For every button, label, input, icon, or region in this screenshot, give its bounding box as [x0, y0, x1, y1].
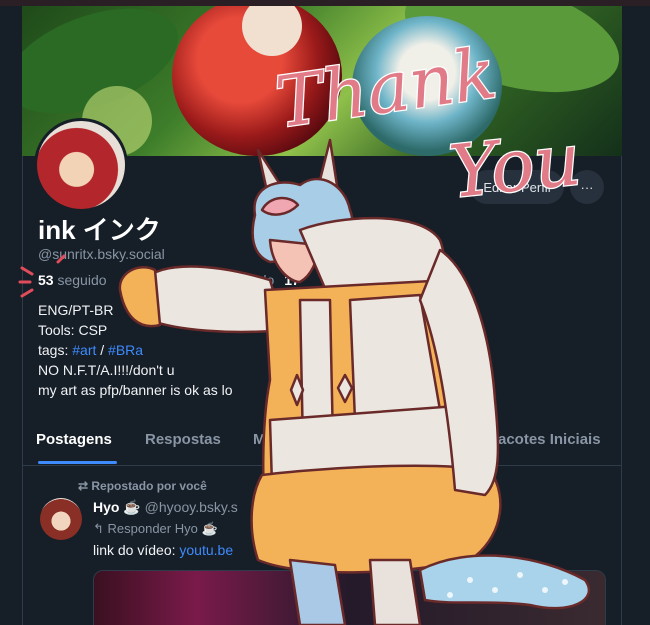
bio-line: tags: #art / #BRa: [38, 340, 233, 360]
post-author-handle[interactable]: @hyooy.bsky.s: [145, 499, 238, 515]
post-author-avatar[interactable]: [40, 498, 82, 540]
profile-bio: ENG/PT-BR Tools: CSP tags: #art / #BRa N…: [38, 300, 233, 400]
post-link[interactable]: youtu.be: [179, 542, 233, 558]
post-author[interactable]: Hyo ☕ @hyooy.bsky.s: [93, 499, 238, 516]
tab-replies[interactable]: Respostas: [145, 431, 221, 448]
bio-line: ENG/PT-BR: [38, 302, 114, 318]
posts-count: 17: [284, 272, 300, 288]
repost-label: Repostado por você: [91, 479, 207, 493]
profile-display-name: ink インク: [38, 215, 161, 245]
coffee-icon: ☕: [123, 499, 141, 515]
bio-line: Tools: CSP: [38, 322, 108, 338]
profile-tabs: Postagens Respostas M acotes Iniciais: [23, 420, 621, 466]
reply-indicator[interactable]: ↰ Responder Hyo ☕: [93, 521, 218, 537]
tab-posts[interactable]: Postagens: [36, 431, 112, 448]
followers-count[interactable]: 53: [38, 272, 54, 288]
following-label[interactable]: guindo: [232, 272, 274, 288]
bio-tags-label: tags:: [38, 342, 73, 358]
bio-line: my art as pfp/banner is ok as lo: [38, 382, 233, 398]
more-options-button[interactable]: ···: [570, 170, 604, 204]
profile-avatar[interactable]: [34, 118, 128, 212]
coffee-icon: ☕: [201, 521, 218, 536]
tab-starter-packs[interactable]: acotes Iniciais: [498, 431, 601, 448]
tag-link-art[interactable]: #art: [72, 342, 96, 358]
reply-label: Responder Hyo: [107, 521, 198, 536]
tab-media[interactable]: M: [253, 431, 266, 448]
profile-stats: 53 seguido guindo 17: [38, 272, 300, 288]
profile-handle[interactable]: @sunritx.bsky.social: [38, 246, 165, 262]
post-text-body: link do vídeo:: [93, 542, 180, 558]
active-tab-indicator: [38, 461, 117, 464]
post-author-name[interactable]: Hyo: [93, 499, 119, 515]
ellipsis-icon: ···: [580, 179, 594, 195]
edit-profile-button[interactable]: Editar Perfil: [470, 170, 564, 204]
repost-indicator: ⇄ Repostado por você: [78, 479, 207, 493]
post-text: link do vídeo: youtu.be: [93, 542, 233, 558]
followers-label[interactable]: seguido: [57, 272, 106, 288]
bio-line: NO N.F.T/A.I!!!/don't u: [38, 362, 175, 378]
banner-character-blue: [352, 16, 502, 156]
repost-icon: ⇄: [78, 479, 92, 493]
bio-tag-separator: /: [96, 342, 109, 358]
reply-arrow-icon: ↰: [93, 521, 108, 536]
edit-profile-label: Editar Perfil: [483, 179, 551, 195]
post-embed-thumbnail[interactable]: [93, 570, 606, 625]
tag-link-bra[interactable]: #BRa: [108, 342, 143, 358]
